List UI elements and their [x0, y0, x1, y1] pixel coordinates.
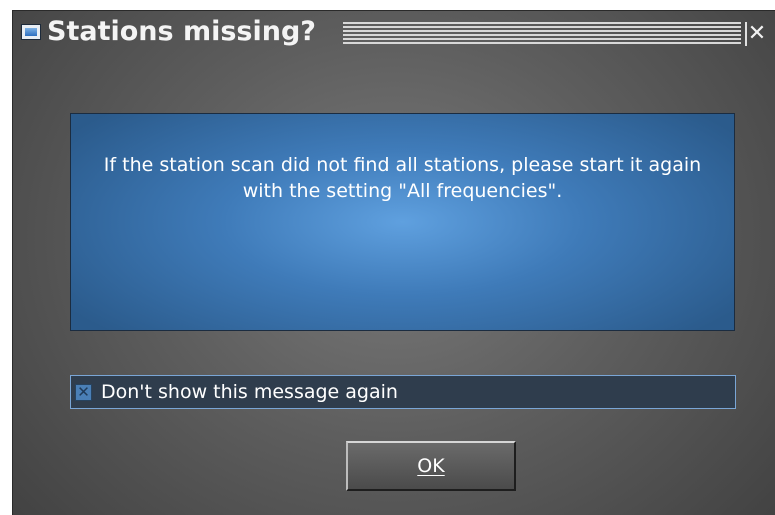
- dont-show-again-checkbox[interactable]: ✕: [75, 384, 92, 401]
- window-app-icon: [21, 24, 41, 40]
- title-bar-grip-lines: [343, 22, 741, 44]
- message-panel: If the station scan did not find all sta…: [70, 113, 735, 331]
- checkmark-icon: ✕: [77, 383, 90, 401]
- ok-button-label: OK: [417, 455, 445, 477]
- message-text: If the station scan did not find all sta…: [103, 154, 702, 202]
- close-icon[interactable]: ✕: [745, 22, 767, 46]
- dont-show-again-label: Don't show this message again: [101, 381, 398, 403]
- dialog-window: Stations missing? ✕ If the station scan …: [12, 10, 775, 515]
- ok-button[interactable]: OK: [346, 441, 516, 491]
- dialog-title: Stations missing?: [47, 16, 316, 47]
- dont-show-again-option[interactable]: ✕ Don't show this message again: [70, 375, 736, 409]
- title-bar[interactable]: Stations missing? ✕: [13, 11, 775, 53]
